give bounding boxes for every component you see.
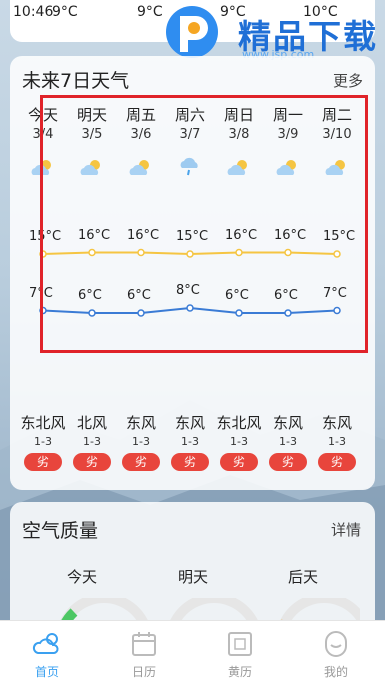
- wind-direction: 东风: [174, 414, 205, 432]
- wind-direction: 东北风: [216, 414, 262, 432]
- wind-level: 1-3: [83, 435, 101, 448]
- wind-info: 东风 1-3 劣: [164, 414, 216, 471]
- tab-home[interactable]: 首页: [17, 629, 77, 680]
- wind-direction: 东风: [125, 414, 156, 432]
- tab-calendar[interactable]: 日历: [114, 629, 174, 680]
- forecast-more-link[interactable]: 更多: [333, 70, 363, 91]
- wind-info: 东北风 1-3 劣: [17, 414, 69, 471]
- wind-direction: 东风: [321, 414, 352, 432]
- wind-info: 东风 1-3 劣: [115, 414, 167, 471]
- air-quality-detail-link[interactable]: 详情: [331, 519, 361, 540]
- tab-label: 首页: [34, 665, 59, 679]
- wind-level: 1-3: [181, 435, 199, 448]
- tab-label: 黄历: [227, 665, 252, 679]
- aq-day-today: 今天: [67, 568, 98, 586]
- wind-direction: 北风: [76, 414, 107, 432]
- highlight-box: [40, 95, 368, 353]
- aqi-badge: 劣: [220, 453, 258, 471]
- aqi-badge: 劣: [122, 453, 160, 471]
- wind-info: 东风 1-3 劣: [262, 414, 314, 471]
- wind-info: 北风 1-3 劣: [66, 414, 118, 471]
- watermark-logo-icon: [166, 6, 218, 58]
- status-time: 10:46: [13, 4, 54, 20]
- aqi-badge: 劣: [171, 453, 209, 471]
- cloud-sun-icon: [32, 633, 59, 654]
- wind-level: 1-3: [132, 435, 150, 448]
- forecast-title: 未来7日天气: [22, 70, 130, 92]
- aq-day-after: 后天: [288, 568, 319, 586]
- bottom-tab-bar: 首页 日历 黄历 我的: [0, 620, 385, 684]
- aqi-badge: 劣: [24, 453, 62, 471]
- calendar-icon: [132, 632, 156, 656]
- profile-icon: [325, 631, 347, 657]
- tab-label: 我的: [323, 665, 348, 679]
- aqi-badge: 劣: [73, 453, 111, 471]
- wind-level: 1-3: [34, 435, 52, 448]
- almanac-icon: [228, 632, 252, 656]
- wind-info: 东北风 1-3 劣: [213, 414, 265, 471]
- air-quality-title: 空气质量: [22, 520, 99, 542]
- aqi-badge: 劣: [318, 453, 356, 471]
- tab-label: 日历: [131, 665, 156, 679]
- tab-almanac[interactable]: 黄历: [210, 629, 270, 680]
- aqi-badge: 劣: [269, 453, 307, 471]
- hourly-temp: 9°C: [137, 4, 163, 20]
- hourly-temp: 9°C: [52, 4, 78, 20]
- wind-direction: 东北风: [20, 414, 66, 432]
- wind-level: 1-3: [279, 435, 297, 448]
- wind-level: 1-3: [230, 435, 248, 448]
- wind-direction: 东风: [272, 414, 303, 432]
- wind-info: 东风 1-3 劣: [311, 414, 363, 471]
- aq-day-tomorrow: 明天: [178, 568, 209, 586]
- wind-level: 1-3: [328, 435, 346, 448]
- tab-profile[interactable]: 我的: [306, 629, 366, 680]
